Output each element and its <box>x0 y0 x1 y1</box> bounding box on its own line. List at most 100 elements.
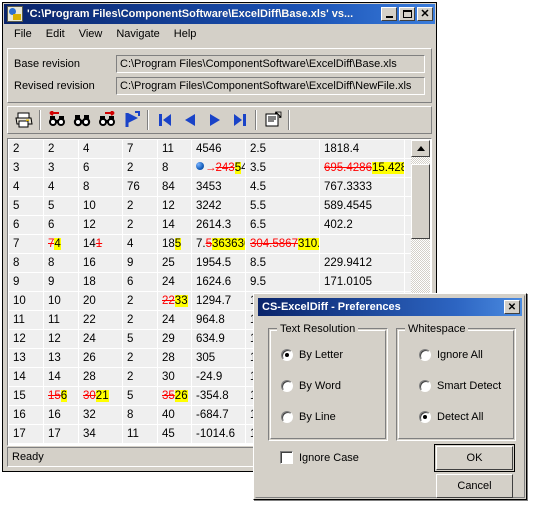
table-cell[interactable]: 9 <box>9 272 44 292</box>
table-cell[interactable]: 13 <box>9 348 44 368</box>
find-button[interactable] <box>69 108 94 132</box>
table-cell[interactable]: 2 <box>123 310 158 330</box>
table-cell[interactable]: 305 <box>192 348 246 368</box>
table-cell[interactable]: 1954.5 <box>192 253 246 273</box>
table-cell[interactable]: 32 <box>79 405 123 425</box>
table-cell[interactable]: 18 <box>79 272 123 292</box>
table-cell[interactable]: 9 <box>44 272 79 292</box>
table-cell[interactable]: 4 <box>9 177 44 197</box>
table-cell[interactable]: 16 <box>79 253 123 273</box>
ignore-case-checkbox[interactable]: Ignore Case <box>280 451 359 464</box>
table-cell[interactable]: 2 <box>123 215 158 235</box>
table-cell[interactable]: 11 <box>158 140 192 159</box>
table-cell[interactable]: 6 <box>44 215 79 235</box>
revised-revision-field[interactable]: C:\Program Files\ComponentSoftware\Excel… <box>116 77 425 95</box>
table-cell[interactable] <box>320 234 405 254</box>
table-cell[interactable]: 30 <box>158 367 192 387</box>
table-cell[interactable]: 141 <box>79 234 123 254</box>
table-cell[interactable]: 4 <box>79 140 123 159</box>
table-cell[interactable]: 11 <box>44 310 79 330</box>
table-cell[interactable]: 7 <box>123 140 158 159</box>
table-cell[interactable]: 40 <box>158 405 192 425</box>
next-difference-button[interactable] <box>202 108 227 132</box>
table-cell[interactable]: 2614.3 <box>192 215 246 235</box>
table-cell[interactable]: 4 <box>44 177 79 197</box>
properties-button[interactable] <box>260 108 285 132</box>
table-cell[interactable]: 3 <box>9 158 44 178</box>
table-cell[interactable]: 964.8 <box>192 310 246 330</box>
table-cell[interactable]: 6 <box>9 215 44 235</box>
table-cell[interactable]: 8 <box>158 158 192 178</box>
table-cell[interactable]: 2 <box>9 140 44 159</box>
table-cell[interactable]: 8.5 <box>246 253 320 273</box>
table-cell[interactable]: -354.8 <box>192 386 246 406</box>
table-cell[interactable]: 4.5 <box>246 177 320 197</box>
table-row[interactable]: 5 5 10 2 12 3242 5.5 589.4545 <box>9 196 411 216</box>
table-cell[interactable]: 3453 <box>192 177 246 197</box>
table-cell[interactable]: 45 <box>158 424 192 444</box>
table-cell[interactable]: 28 <box>79 367 123 387</box>
close-button[interactable]: ✕ <box>417 7 433 21</box>
table-cell[interactable]: 6 <box>123 272 158 292</box>
table-cell[interactable]: 17 <box>9 424 44 444</box>
table-cell[interactable]: 5 <box>9 196 44 216</box>
table-cell[interactable]: 589.4545 <box>320 196 405 216</box>
table-cell[interactable]: 9 <box>123 253 158 273</box>
table-cell[interactable]: 2 <box>123 291 158 311</box>
table-cell[interactable]: 14 <box>44 367 79 387</box>
table-cell[interactable]: 6 <box>79 158 123 178</box>
table-cell[interactable]: 15 <box>9 386 44 406</box>
find-previous-button[interactable] <box>44 108 69 132</box>
table-cell[interactable]: 5 <box>123 386 158 406</box>
maximize-button[interactable] <box>399 7 415 21</box>
table-cell[interactable]: 8 <box>79 177 123 197</box>
table-cell[interactable]: 11 <box>9 310 44 330</box>
table-cell[interactable]: 10 <box>44 291 79 311</box>
table-cell[interactable]: →24354 <box>192 158 246 178</box>
table-cell[interactable]: 10 <box>9 291 44 311</box>
menu-help[interactable]: Help <box>167 26 204 42</box>
table-cell[interactable]: 304.5867310.2272 <box>246 234 320 254</box>
table-cell[interactable]: 2 <box>123 348 158 368</box>
table-cell[interactable]: 34 <box>79 424 123 444</box>
table-row[interactable]: 8 8 16 9 25 1954.5 8.5 229.9412 <box>9 253 411 273</box>
table-cell[interactable]: 8 <box>9 253 44 273</box>
table-cell[interactable]: 10 <box>79 196 123 216</box>
table-cell[interactable]: 12 <box>158 196 192 216</box>
table-row[interactable]: 33628→243543.5695.428615.42857 <box>9 158 411 178</box>
table-cell[interactable]: 2.5 <box>246 140 320 159</box>
table-cell[interactable]: 5 <box>123 329 158 349</box>
table-cell[interactable]: 74 <box>44 234 79 254</box>
table-cell[interactable]: 5.5 <box>246 196 320 216</box>
table-cell[interactable]: 8 <box>44 253 79 273</box>
table-cell[interactable]: 11 <box>123 424 158 444</box>
table-cell[interactable]: 20 <box>79 291 123 311</box>
table-cell[interactable]: 185 <box>158 234 192 254</box>
table-row[interactable]: 6 6 12 2 14 2614.3 6.5 402.2 <box>9 215 411 235</box>
table-cell[interactable]: 1624.6 <box>192 272 246 292</box>
table-cell[interactable]: 24 <box>158 272 192 292</box>
table-cell[interactable]: -684.7 <box>192 405 246 425</box>
table-cell[interactable]: 3021 <box>79 386 123 406</box>
table-cell[interactable]: 634.9 <box>192 329 246 349</box>
table-cell[interactable]: 3.5 <box>246 158 320 178</box>
table-row[interactable]: 4 4 8 76 84 3453 4.5 767.3333 <box>9 177 411 197</box>
table-cell[interactable]: 402.2 <box>320 215 405 235</box>
table-cell[interactable]: 12 <box>44 329 79 349</box>
table-cell[interactable]: 28 <box>158 348 192 368</box>
table-cell[interactable]: 24 <box>79 329 123 349</box>
table-cell[interactable]: 13 <box>44 348 79 368</box>
radio-by-line[interactable]: By Line <box>281 411 336 423</box>
base-revision-field[interactable]: C:\Program Files\ComponentSoftware\Excel… <box>116 55 425 73</box>
print-button[interactable] <box>11 108 36 132</box>
table-cell[interactable]: 3 <box>44 158 79 178</box>
radio-by-letter[interactable]: By Letter <box>281 349 343 361</box>
table-cell[interactable]: 22 <box>79 310 123 330</box>
table-cell[interactable]: -24.9 <box>192 367 246 387</box>
radio-by-word[interactable]: By Word <box>281 380 341 392</box>
cancel-button[interactable]: Cancel <box>436 474 513 498</box>
scroll-up-button[interactable] <box>411 140 430 157</box>
menu-view[interactable]: View <box>72 26 110 42</box>
table-cell[interactable]: 8 <box>123 405 158 425</box>
table-cell[interactable]: 2 <box>44 140 79 159</box>
